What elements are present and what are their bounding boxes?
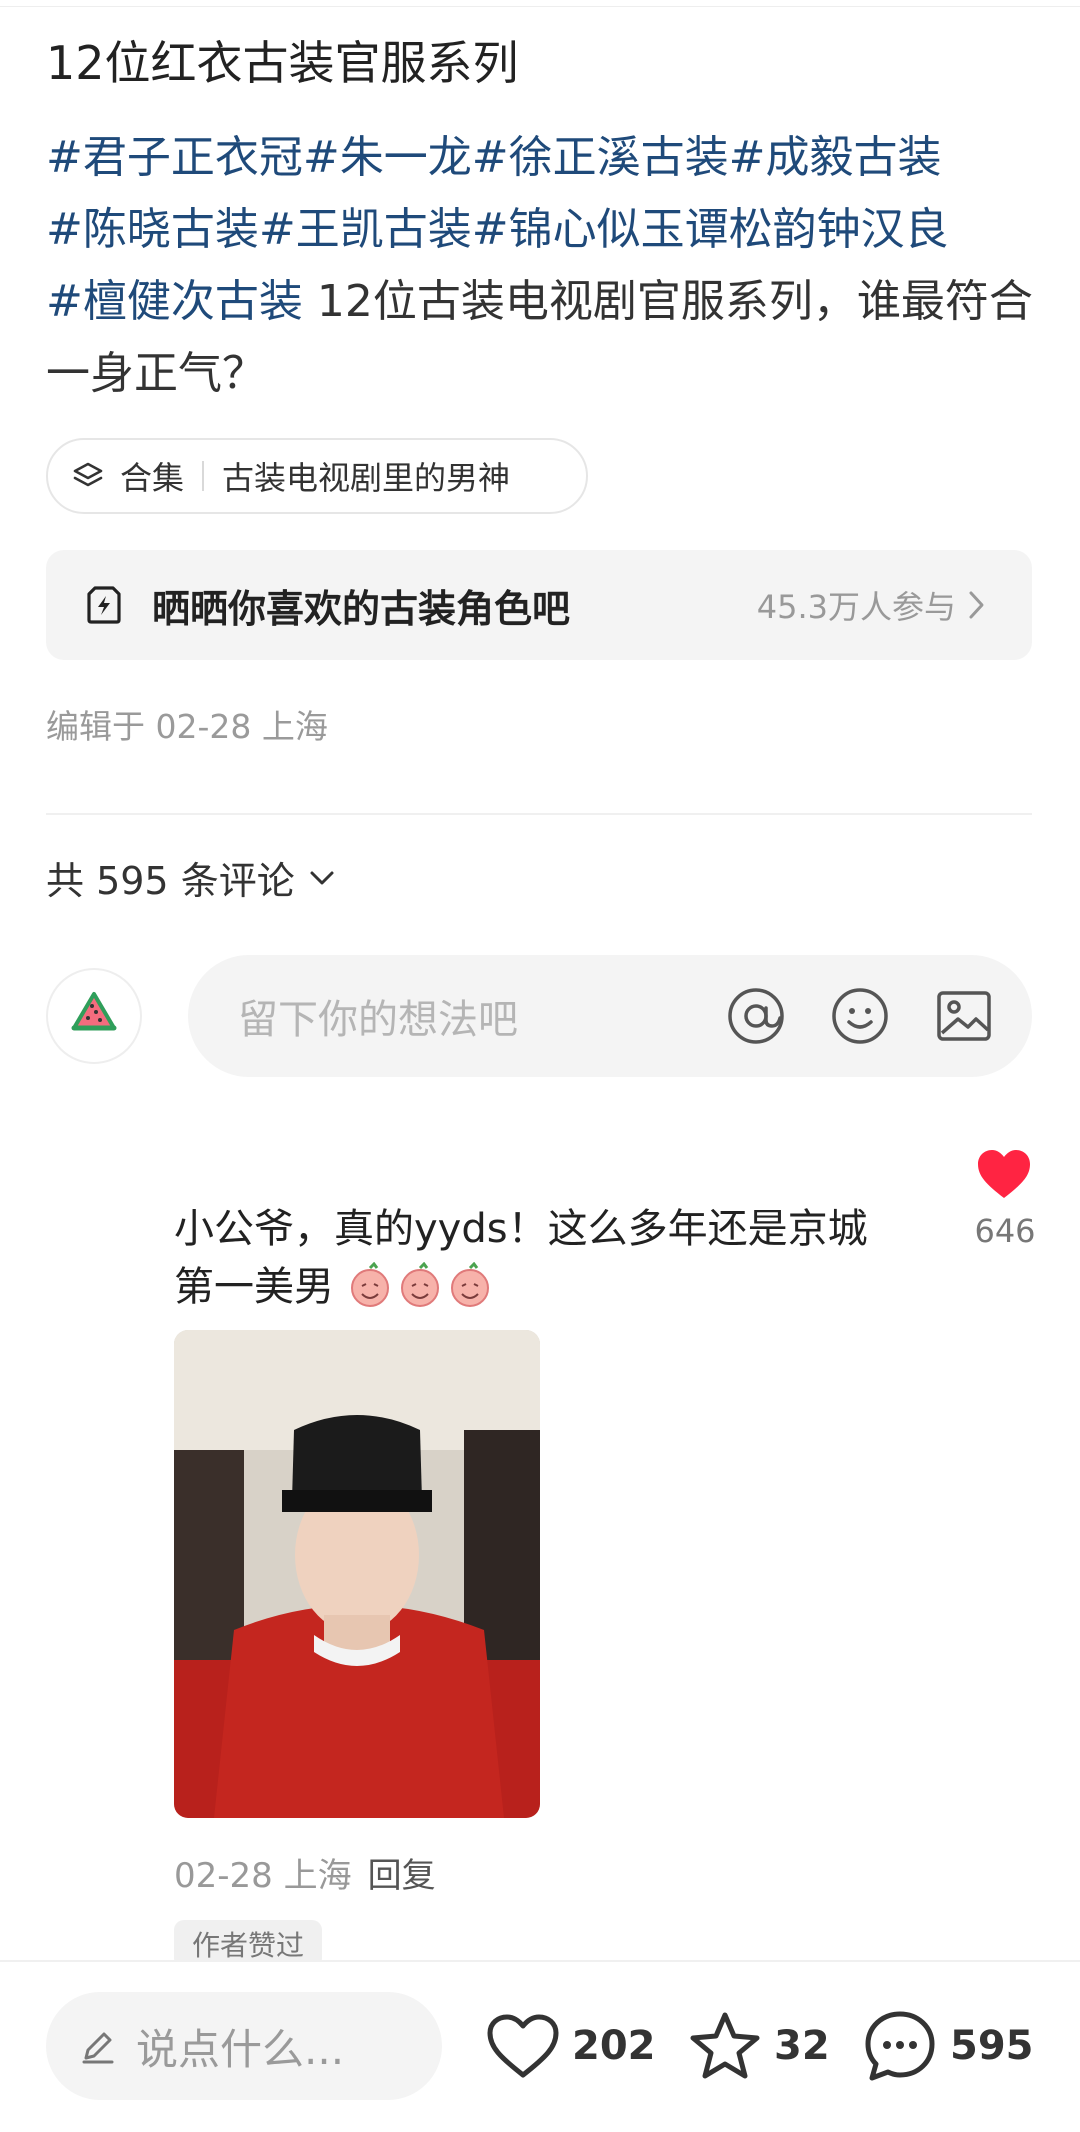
section-divider	[46, 813, 1032, 815]
hashtag-link[interactable]: #朱一龙	[303, 132, 472, 183]
comment-input-placeholder: 留下你的想法吧	[238, 997, 518, 1043]
reply-button[interactable]: 回复	[368, 1856, 436, 1896]
collection-label: 合集	[120, 459, 185, 497]
topic-title: 晒晒你喜欢的古装角色吧	[152, 586, 571, 631]
collect-button[interactable]: 32	[688, 2006, 830, 2086]
chip-separator	[202, 461, 205, 491]
heart-filled-icon[interactable]	[976, 1148, 1032, 1200]
bottom-input-placeholder: 说点什么...	[136, 2024, 345, 2074]
lightning-tag-icon	[78, 579, 130, 631]
chevron-down-icon	[309, 869, 335, 887]
hashtag-link[interactable]: #檀健次古装	[46, 276, 303, 327]
comment-sort-toggle[interactable]: 共 595 条评论	[46, 850, 335, 905]
post-detail-page: 12位红衣古装官服系列 #君子正衣冠#朱一龙#徐正溪古装#成毅古装 #陈晓古装#王…	[0, 0, 1080, 2132]
post-body: #君子正衣冠#朱一龙#徐正溪古装#成毅古装 #陈晓古装#王凯古装#锦心似玉谭松韵钟…	[46, 122, 1036, 410]
like-button[interactable]: 202	[486, 2006, 656, 2086]
edit-info: 编辑于 02-28 上海	[46, 707, 328, 746]
at-mention-icon[interactable]	[724, 984, 788, 1048]
watermelon-icon	[71, 992, 117, 1031]
layers-icon	[70, 458, 106, 494]
bottom-comment-input[interactable]: 说点什么...	[46, 1992, 442, 2100]
peach-face-emoji-icon	[400, 1262, 439, 1307]
hashtag-link[interactable]: #成毅古装	[729, 132, 942, 183]
comment-line-1: 小公爷，真的yyds！这么多年还是京城	[174, 1206, 868, 1252]
emoji-icon[interactable]	[828, 984, 892, 1048]
comment-meta: 02-28 上海 回复	[174, 1848, 436, 1897]
star-outline-icon	[690, 2012, 760, 2079]
collection-chip[interactable]: 合集 古装电视剧里的男神	[46, 438, 588, 514]
collection-name: 古装电视剧里的男神	[222, 459, 511, 497]
comment-date-location: 02-28 上海	[174, 1856, 352, 1896]
pen-icon	[78, 2026, 118, 2066]
comment-bubble-icon	[865, 2011, 935, 2081]
hashtag-link[interactable]: #徐正溪古装	[472, 132, 729, 183]
like-count: 202	[572, 2023, 656, 2069]
comment-photo[interactable]	[174, 1330, 540, 1818]
peach-face-emoji-icon	[350, 1262, 389, 1307]
collect-count: 32	[774, 2023, 830, 2069]
comment-line-2: 第一美男	[174, 1264, 334, 1310]
chevron-right-icon	[968, 587, 992, 623]
comment-input[interactable]: 留下你的想法吧	[188, 955, 1032, 1077]
topic-participants: 45.3万人参与	[756, 588, 956, 626]
bottom-action-bar: 说点什么... 202 32 595	[0, 1960, 1080, 2132]
comment-text: 小公爷，真的yyds！这么多年还是京城 第一美男	[174, 1200, 914, 1316]
comment-button[interactable]: 595	[862, 2006, 1034, 2086]
hashtag-link[interactable]: #陈晓古装	[46, 204, 259, 255]
hashtag-link[interactable]: #锦心似玉谭松韵钟汉良	[472, 204, 949, 255]
comment-count-label: 共 595 条评论	[46, 859, 295, 903]
heart-outline-icon	[487, 2014, 559, 2078]
hashtag-link[interactable]: #王凯古装	[259, 204, 472, 255]
hashtag-link[interactable]: #君子正衣冠	[46, 132, 303, 183]
topic-card[interactable]: 晒晒你喜欢的古装角色吧 45.3万人参与	[46, 550, 1032, 660]
my-avatar[interactable]	[46, 968, 142, 1064]
top-divider	[0, 6, 1080, 7]
peach-face-emoji-icon	[450, 1262, 489, 1307]
comment-like-count: 646	[974, 1212, 1036, 1250]
image-icon[interactable]	[932, 984, 996, 1048]
comment-count: 595	[950, 2023, 1034, 2069]
post-title: 12位红衣古装官服系列	[46, 36, 519, 90]
